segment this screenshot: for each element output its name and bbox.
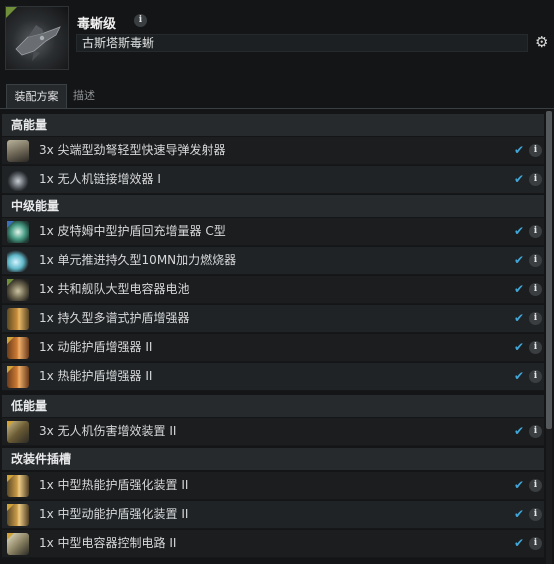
drone-link-augmentor-icon [7, 169, 29, 191]
module-row[interactable]: 1x 中型热能护盾强化装置 II ✔ i [2, 472, 544, 500]
info-icon[interactable]: i [529, 144, 542, 157]
ship-header: 毒蜥级 i 古斯塔斯毒蜥 ⚙ [0, 0, 554, 78]
info-icon[interactable]: i [529, 173, 542, 186]
check-icon: ✔ [514, 424, 525, 438]
module-label: 1x 持久型多谱式护盾增强器 [39, 311, 190, 325]
check-icon: ✔ [514, 224, 525, 238]
gear-icon[interactable]: ⚙ [535, 34, 548, 51]
module-row[interactable]: 1x 中型动能护盾强化装置 II ✔ i [2, 501, 544, 529]
module-row[interactable]: 3x 尖端型劲弩轻型快速导弹发射器 ✔ i [2, 137, 544, 165]
ship-type-title: 毒蜥级 [77, 17, 117, 32]
fitting-name-field[interactable]: 古斯塔斯毒蜥 [76, 34, 528, 52]
module-label: 1x 共和舰队大型电容器电池 [39, 282, 190, 296]
ship-thumbnail[interactable] [5, 6, 69, 70]
info-icon[interactable]: i [529, 312, 542, 325]
check-icon: ✔ [514, 340, 525, 354]
tab-bar: 装配方案 描述 [0, 84, 554, 109]
check-icon: ✔ [514, 172, 525, 186]
check-icon: ✔ [514, 282, 525, 296]
tab-divider [0, 108, 554, 109]
info-icon[interactable]: i [529, 479, 542, 492]
module-label: 1x 中型动能护盾强化装置 II [39, 507, 189, 521]
tech-level-badge-icon [6, 7, 17, 18]
capacitor-battery-icon [7, 279, 29, 301]
module-label: 1x 皮特姆中型护盾回充增量器 C型 [39, 224, 226, 238]
check-icon: ✔ [514, 253, 525, 267]
capacitor-control-circuit-icon [7, 533, 29, 555]
scrollbar-thumb[interactable] [546, 111, 552, 429]
module-label: 1x 热能护盾增强器 II [39, 369, 153, 383]
check-icon: ✔ [514, 143, 525, 157]
shield-extender-icon [7, 221, 29, 243]
afterburner-icon [7, 250, 29, 272]
kinetic-shield-hardener-icon [7, 337, 29, 359]
module-label: 1x 中型电容器控制电路 II [39, 536, 177, 550]
info-icon[interactable]: i [529, 370, 542, 383]
module-row[interactable]: 1x 皮特姆中型护盾回充增量器 C型 ✔ i [2, 218, 544, 246]
kinetic-rig-icon [7, 504, 29, 526]
info-icon[interactable]: i [529, 537, 542, 550]
thermal-shield-hardener-icon [7, 366, 29, 388]
thermal-rig-icon [7, 475, 29, 497]
module-label: 1x 单元推进持久型10MN加力燃烧器 [39, 253, 237, 267]
check-icon: ✔ [514, 478, 525, 492]
info-icon[interactable]: i [529, 425, 542, 438]
module-row[interactable]: 1x 动能护盾增强器 II ✔ i [2, 334, 544, 362]
tab-description[interactable]: 描述 [73, 84, 95, 108]
info-icon[interactable]: i [529, 508, 542, 521]
fitting-window: 毒蜥级 i 古斯塔斯毒蜥 ⚙ 装配方案 描述 高能量 3x 尖端型劲弩轻型快速导… [0, 0, 554, 564]
info-icon[interactable]: i [529, 225, 542, 238]
check-icon: ✔ [514, 536, 525, 550]
info-icon[interactable]: i [529, 283, 542, 296]
section-header-high-slots[interactable]: 高能量 [2, 114, 544, 136]
info-icon[interactable]: i [529, 254, 542, 267]
module-row[interactable]: 1x 无人机链接增效器 I ✔ i [2, 166, 544, 194]
module-row[interactable]: 3x 无人机伤害增效装置 II ✔ i [2, 418, 544, 446]
module-label: 1x 无人机链接增效器 I [39, 172, 161, 186]
scrollbar[interactable] [546, 111, 552, 564]
module-label: 1x 中型热能护盾强化装置 II [39, 478, 189, 492]
module-row[interactable]: 1x 热能护盾增强器 II ✔ i [2, 363, 544, 391]
module-row[interactable]: 1x 共和舰队大型电容器电池 ✔ i [2, 276, 544, 304]
info-icon[interactable]: i [529, 341, 542, 354]
check-icon: ✔ [514, 507, 525, 521]
missile-launcher-icon [7, 140, 29, 162]
tab-fitting[interactable]: 装配方案 [6, 84, 67, 108]
shield-hardener-icon [7, 308, 29, 330]
module-row[interactable]: 1x 持久型多谱式护盾增强器 ✔ i [2, 305, 544, 333]
module-row[interactable]: 1x 中型电容器控制电路 II ✔ i [2, 530, 544, 558]
fitting-module-list: 高能量 3x 尖端型劲弩轻型快速导弹发射器 ✔ i 1x 无人机链接增效器 I … [0, 111, 546, 564]
info-icon[interactable]: i [134, 14, 147, 27]
section-header-rig-slots[interactable]: 改装件插槽 [2, 448, 544, 470]
module-row[interactable]: 1x 单元推进持久型10MN加力燃烧器 ✔ i [2, 247, 544, 275]
check-icon: ✔ [514, 369, 525, 383]
check-icon: ✔ [514, 311, 525, 325]
module-label: 3x 无人机伤害增效装置 II [39, 424, 177, 438]
module-label: 1x 动能护盾增强器 II [39, 340, 153, 354]
section-header-mid-slots[interactable]: 中级能量 [2, 195, 544, 217]
module-label: 3x 尖端型劲弩轻型快速导弹发射器 [39, 143, 226, 157]
section-header-low-slots[interactable]: 低能量 [2, 395, 544, 417]
drone-damage-amplifier-icon [7, 421, 29, 443]
